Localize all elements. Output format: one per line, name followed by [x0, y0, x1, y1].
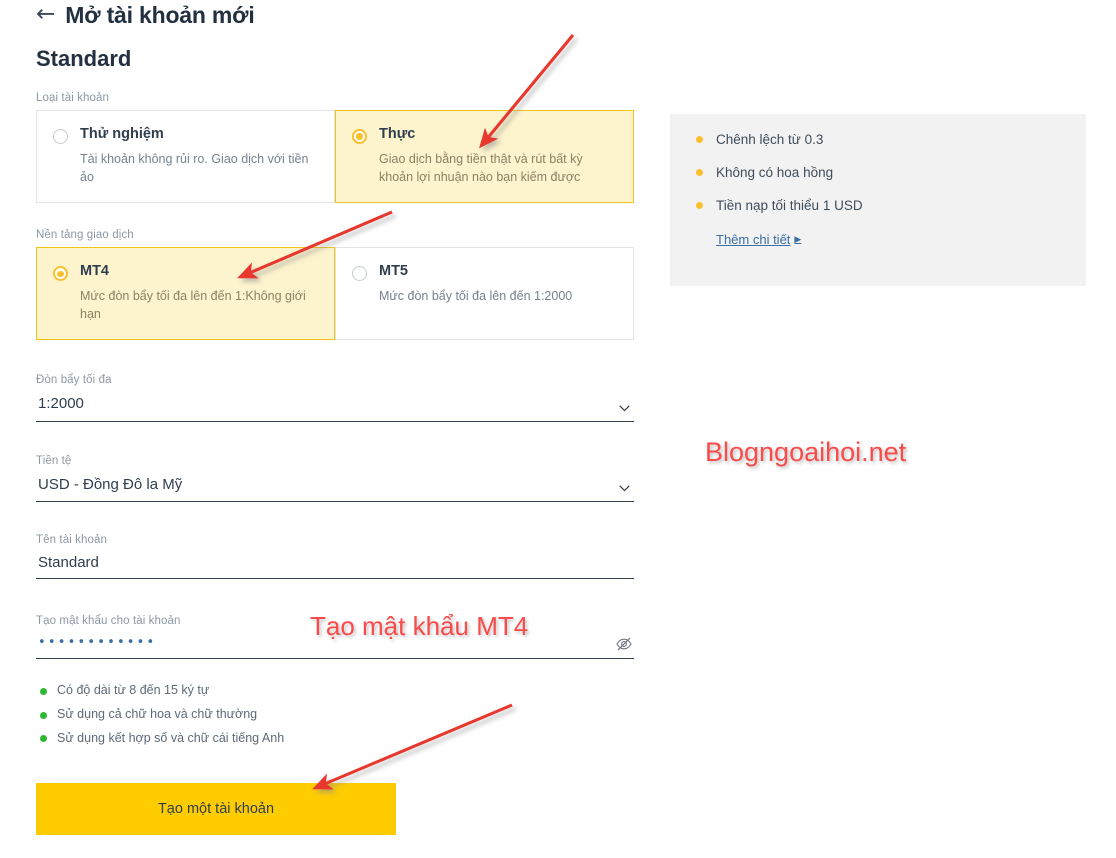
account-type-cards: Thử nghiệm Tài khoản không rủi ro. Giao … — [36, 110, 634, 204]
platform-mt5-desc: Mức đòn bẩy tối đa lên đến 1:2000 — [379, 289, 573, 304]
create-account-button[interactable]: Tạo một tài khoản — [36, 782, 396, 835]
bullet-yellow-icon — [696, 136, 703, 143]
page-header: ← Mở tài khoản mới — [36, 2, 255, 29]
requirement-item: Có độ dài từ 8 đến 15 ký tự — [36, 679, 634, 703]
radio-mt5[interactable] — [352, 266, 367, 282]
info-item: Chênh lệch từ 0.3 — [696, 132, 1060, 147]
account-type-group: Loại tài khoản Thử nghiệm Tài khoản khôn… — [36, 92, 634, 204]
account-type-option-demo[interactable]: Thử nghiệm Tài khoản không rủi ro. Giao … — [36, 110, 335, 204]
account-name-field[interactable]: Standard — [36, 552, 634, 580]
account-name-label: Tên tài khoản — [36, 534, 107, 547]
password-requirements: Có độ dài từ 8 đến 15 ký tự Sử dụng cả c… — [36, 679, 634, 750]
back-arrow-icon[interactable]: ← — [36, 2, 55, 29]
platform-mt5-title: MT5 — [379, 263, 408, 280]
currency-label: Tiền tệ — [36, 454, 72, 467]
annotation-password-note: Tạo mật khẩu MT4 — [310, 611, 529, 641]
bullet-yellow-icon — [696, 169, 703, 176]
requirement-item: Sử dụng kết hợp số và chữ cái tiếng Anh — [36, 727, 634, 751]
info-text: Chênh lệch từ 0.3 — [716, 132, 824, 147]
bullet-yellow-icon — [696, 202, 703, 209]
info-item: Tiền nạp tối thiểu 1 USD — [696, 198, 1060, 213]
platform-mt4-title: MT4 — [80, 263, 109, 280]
triangle-right-icon: ▶ — [794, 234, 802, 244]
bullet-green-icon — [40, 687, 47, 695]
leverage-group: Đòn bẩy tối đa 1:2000 — [36, 374, 634, 422]
info-text: Không có hoa hồng — [716, 165, 834, 180]
info-text: Tiền nạp tối thiểu 1 USD — [716, 198, 863, 213]
leverage-value: 1:2000 — [38, 395, 84, 413]
account-form: Loại tài khoản Thử nghiệm Tài khoản khôn… — [36, 92, 634, 835]
requirement-text: Sử dụng kết hợp số và chữ cái tiếng Anh — [57, 730, 285, 745]
account-type-option-real[interactable]: Thực Giao dịch bằng tiền thật và rút bất… — [335, 110, 634, 204]
bullet-green-icon — [40, 711, 47, 719]
account-type-demo-desc: Tài khoản không rủi ro. Giao dịch với ti… — [80, 151, 309, 185]
radio-mt4[interactable] — [53, 266, 68, 282]
platform-label: Nền tảng giao dịch — [36, 229, 134, 242]
currency-value: USD - Đồng Đô la Mỹ — [38, 475, 183, 493]
platform-group: Nền tảng giao dịch MT4 Mức đòn bẩy tối đ… — [36, 229, 634, 341]
page-subtitle: Standard — [36, 46, 132, 71]
account-type-label: Loại tài khoản — [36, 92, 110, 104]
info-item: Không có hoa hồng — [696, 165, 1060, 180]
requirement-text: Có độ dài từ 8 đến 15 ký tự — [57, 683, 210, 698]
platform-option-mt5[interactable]: MT5 Mức đòn bẩy tối đa lên đến 1:2000 — [335, 247, 634, 341]
radio-real[interactable] — [352, 129, 367, 144]
eye-off-icon[interactable] — [615, 635, 633, 653]
account-type-demo-title: Thử nghiệm — [80, 126, 164, 142]
more-details-label: Thêm chi tiết — [716, 232, 791, 247]
currency-group: Tiền tệ USD - Đồng Đô la Mỹ — [36, 455, 634, 503]
account-info-panel: Chênh lệch từ 0.3 Không có hoa hồng Tiền… — [670, 114, 1086, 286]
leverage-label: Đòn bẩy tối đa — [36, 374, 112, 387]
info-list: Chênh lệch từ 0.3 Không có hoa hồng Tiền… — [696, 132, 1060, 213]
more-details-link[interactable]: Thêm chi tiết ▶ — [716, 232, 801, 247]
account-name-value: Standard — [38, 554, 99, 572]
watermark-text: Blogngoaihoi.net — [705, 437, 907, 467]
account-name-group: Tên tài khoản Standard — [36, 534, 634, 580]
leverage-select[interactable]: 1:2000 — [36, 392, 634, 422]
requirement-item: Sử dụng cả chữ hoa và chữ thường — [36, 703, 634, 727]
platform-cards: MT4 Mức đòn bẩy tối đa lên đến 1:Không g… — [36, 247, 634, 341]
requirement-text: Sử dụng cả chữ hoa và chữ thường — [57, 707, 258, 722]
page-title: Mở tài khoản mới — [65, 2, 255, 28]
platform-mt4-desc: Mức đòn bẩy tối đa lên đến 1:Không giới … — [80, 289, 306, 322]
account-type-real-desc: Giao dịch bằng tiền thật và rút bất kỳ k… — [379, 151, 583, 185]
radio-demo[interactable] — [53, 129, 68, 144]
bullet-green-icon — [40, 735, 47, 743]
currency-select[interactable]: USD - Đồng Đô la Mỹ — [36, 473, 634, 503]
account-type-real-title: Thực — [379, 126, 416, 142]
platform-option-mt4[interactable]: MT4 Mức đòn bẩy tối đa lên đến 1:Không g… — [36, 247, 335, 341]
